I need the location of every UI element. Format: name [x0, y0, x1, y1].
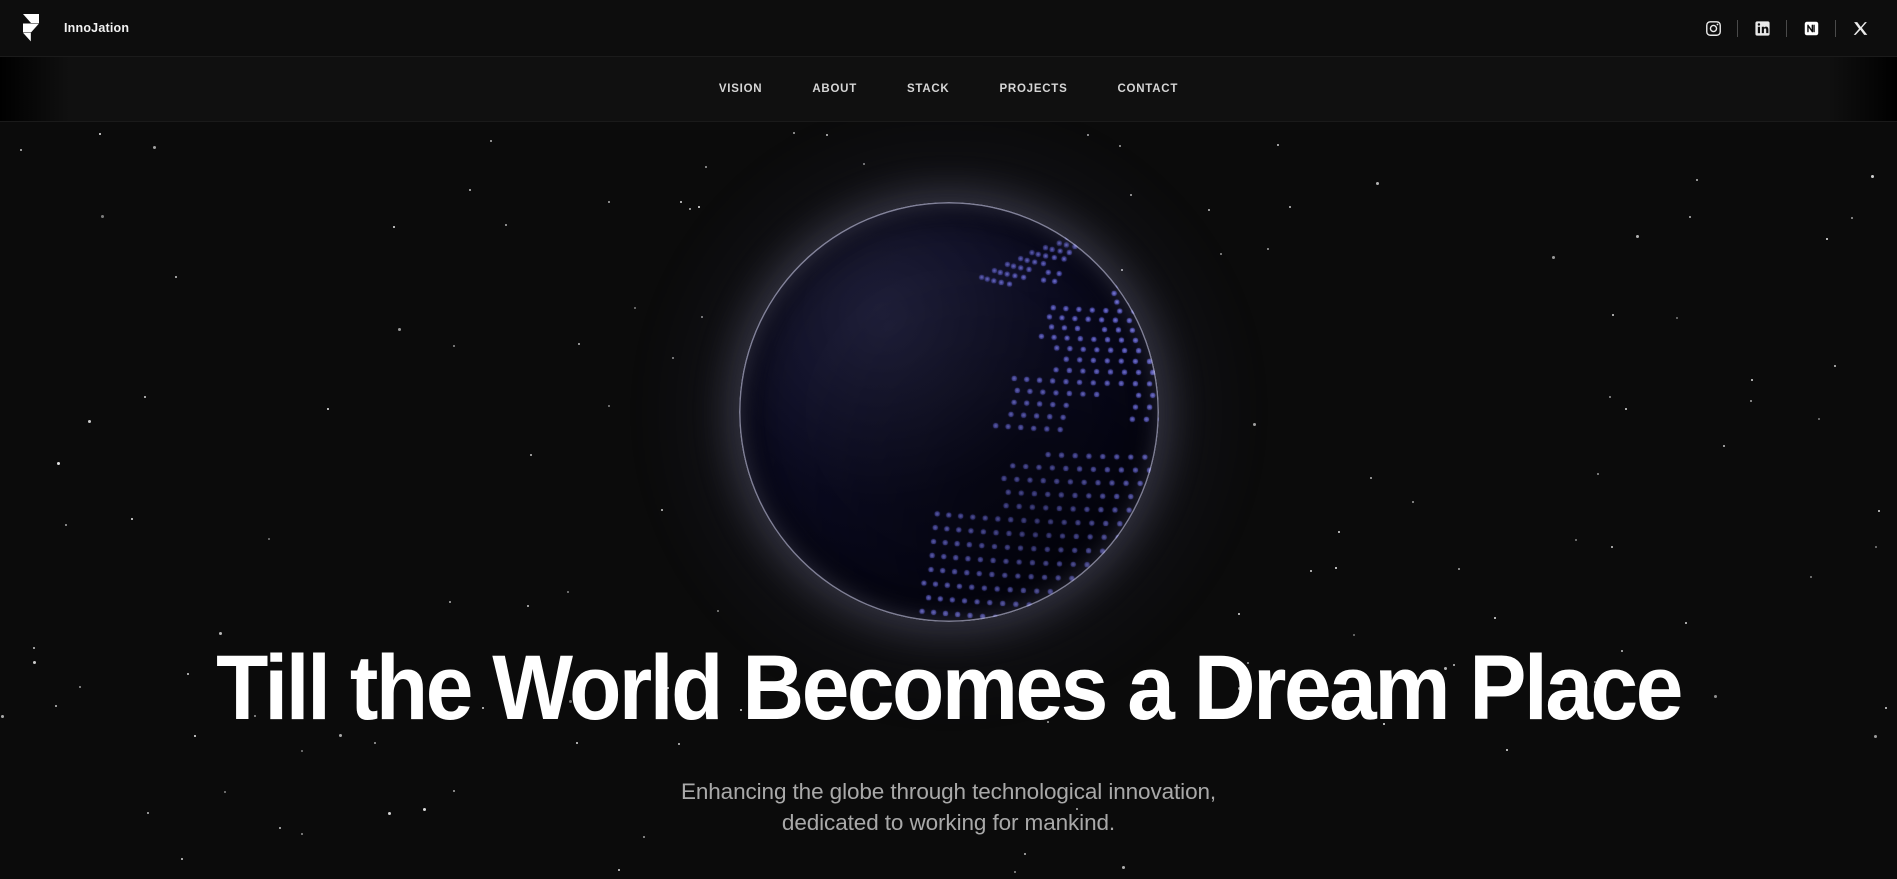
brand[interactable]: InnoJation [20, 14, 129, 42]
nav-item-projects[interactable]: PROJECTS [1000, 83, 1068, 95]
instagram-icon[interactable] [1698, 13, 1728, 43]
dotted-globe-icon [638, 102, 1259, 722]
nav-list: VISION ABOUT STACK PROJECTS CONTACT [719, 83, 1178, 95]
nav-item-about[interactable]: ABOUT [812, 83, 857, 95]
framer-logo-icon [20, 14, 42, 42]
hero-copy: Till the World Becomes a Dream Place Enh… [0, 642, 1897, 838]
nav-item-stack[interactable]: STACK [907, 83, 950, 95]
page-title: Till the World Becomes a Dream Place [216, 637, 1683, 739]
globe-dot-matrix [738, 202, 1159, 622]
hero-section: Till the World Becomes a Dream Place Enh… [0, 102, 1897, 879]
globe-sphere [738, 202, 1159, 622]
notion-icon[interactable] [1796, 13, 1826, 43]
brand-name: InnoJation [64, 21, 130, 35]
hero-subtitle-line-2: dedicated to working for mankind. [781, 810, 1116, 836]
hero-subtitle-line-1: Enhancing the globe through technologica… [680, 779, 1217, 804]
main-nav: VISION ABOUT STACK PROJECTS CONTACT [0, 57, 1897, 122]
hero-subtitle: Enhancing the globe through technologica… [0, 776, 1897, 838]
divider [1737, 19, 1738, 37]
x-twitter-icon[interactable] [1845, 13, 1875, 43]
landing-page: InnoJation VISION ABOUT STACK PROJECTS C… [0, 0, 1897, 879]
linkedin-icon[interactable] [1747, 13, 1777, 43]
divider [1835, 19, 1836, 37]
social-links [1698, 13, 1879, 43]
top-bar: InnoJation [0, 0, 1897, 57]
nav-item-contact[interactable]: CONTACT [1118, 83, 1179, 95]
divider [1786, 19, 1787, 37]
nav-item-vision[interactable]: VISION [719, 83, 762, 95]
